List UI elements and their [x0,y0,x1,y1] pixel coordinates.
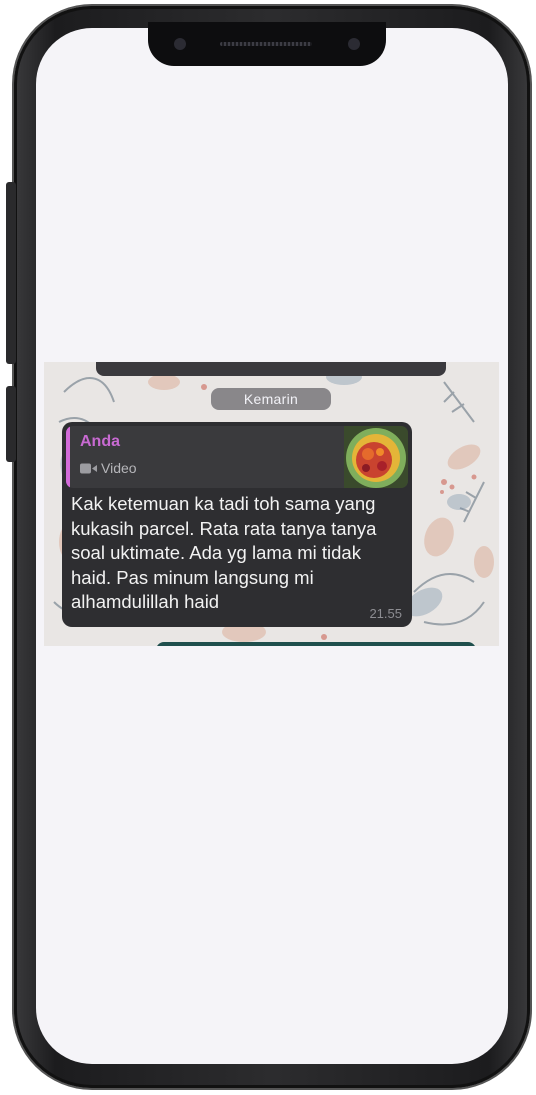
reply-quote[interactable]: Anda Video [66,426,408,488]
reply-media-label: Video [101,460,137,476]
reply-accent-bar [66,426,70,488]
previous-message-bubble [96,362,446,376]
message-bubble[interactable]: Anda Video Kak ketemuan ka tadi toh sama… [62,422,412,627]
chat-screenshot: Kemarin Anda Video Kak ketemuan ka tadi … [44,362,499,646]
video-thumbnail[interactable] [344,426,408,488]
video-camera-icon [80,463,97,473]
speaker-grille [220,42,312,46]
message-time: 21.55 [369,606,402,621]
side-button-lower [6,386,16,462]
reply-media: Video [80,460,137,476]
phone-notch [148,22,386,66]
message-text: Kak ketemuan ka tadi toh sama yang kukas… [71,493,377,612]
camera-icon [174,38,186,50]
date-separator: Kemarin [211,388,331,410]
next-message-bubble [156,642,476,646]
thumbnail-image [344,426,408,488]
side-button-upper [6,182,16,364]
reply-author: Anda [80,433,120,450]
sensor-icon [348,38,360,50]
